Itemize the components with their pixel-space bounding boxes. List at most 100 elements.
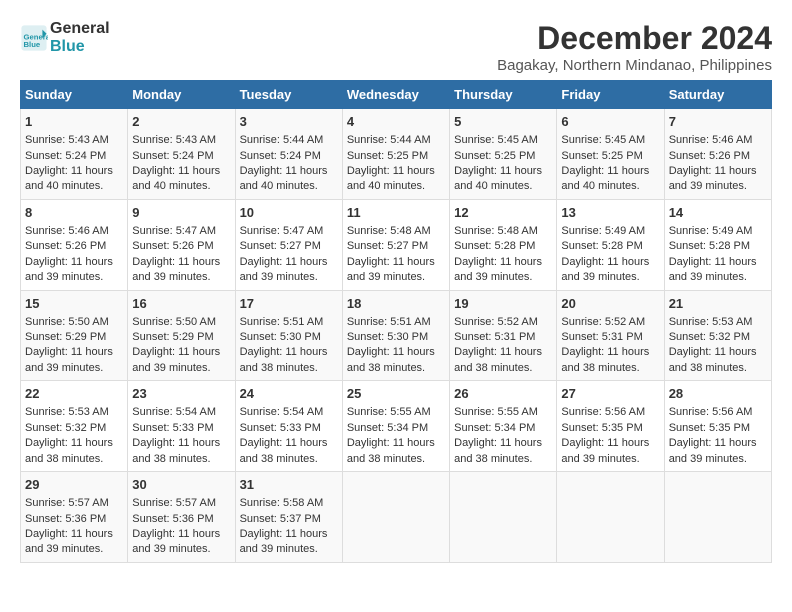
daylight-label: Daylight: 11 hours and 40 minutes. — [561, 165, 649, 192]
weekday-header: Friday — [557, 81, 664, 109]
daylight-label: Daylight: 11 hours and 38 minutes. — [454, 437, 542, 464]
daylight-label: Daylight: 11 hours and 39 minutes. — [132, 256, 220, 283]
subtitle: Bagakay, Northern Mindanao, Philippines — [497, 57, 772, 74]
daylight-label: Daylight: 11 hours and 40 minutes. — [240, 165, 328, 192]
sunrise-label: Sunrise: 5:44 AM — [347, 134, 431, 146]
weekday-header: Wednesday — [342, 81, 449, 109]
day-number: 4 — [347, 113, 445, 131]
sunrise-label: Sunrise: 5:48 AM — [454, 225, 538, 237]
daylight-label: Daylight: 11 hours and 39 minutes. — [25, 528, 113, 555]
day-number: 25 — [347, 385, 445, 403]
sunrise-label: Sunrise: 5:55 AM — [454, 406, 538, 418]
sunrise-label: Sunrise: 5:57 AM — [25, 497, 109, 509]
calendar-cell: 19 Sunrise: 5:52 AM Sunset: 5:31 PM Dayl… — [450, 290, 557, 381]
daylight-label: Daylight: 11 hours and 38 minutes. — [669, 346, 757, 373]
day-number: 23 — [132, 385, 230, 403]
day-number: 7 — [669, 113, 767, 131]
sunset-label: Sunset: 5:31 PM — [454, 331, 535, 343]
sunrise-label: Sunrise: 5:57 AM — [132, 497, 216, 509]
calendar-week-row: 15 Sunrise: 5:50 AM Sunset: 5:29 PM Dayl… — [21, 290, 772, 381]
sunrise-label: Sunrise: 5:45 AM — [454, 134, 538, 146]
calendar-cell: 26 Sunrise: 5:55 AM Sunset: 5:34 PM Dayl… — [450, 381, 557, 472]
sunrise-label: Sunrise: 5:48 AM — [347, 225, 431, 237]
calendar-cell: 5 Sunrise: 5:45 AM Sunset: 5:25 PM Dayli… — [450, 109, 557, 200]
day-number: 15 — [25, 295, 123, 313]
sunset-label: Sunset: 5:28 PM — [454, 240, 535, 252]
daylight-label: Daylight: 11 hours and 39 minutes. — [669, 165, 757, 192]
sunrise-label: Sunrise: 5:49 AM — [561, 225, 645, 237]
logo: General Blue General Blue — [20, 20, 110, 56]
sunrise-label: Sunrise: 5:49 AM — [669, 225, 753, 237]
day-number: 17 — [240, 295, 338, 313]
calendar-cell: 4 Sunrise: 5:44 AM Sunset: 5:25 PM Dayli… — [342, 109, 449, 200]
sunset-label: Sunset: 5:26 PM — [25, 240, 106, 252]
daylight-label: Daylight: 11 hours and 40 minutes. — [132, 165, 220, 192]
weekday-header: Thursday — [450, 81, 557, 109]
page-header: General Blue General Blue December 2024 … — [20, 20, 772, 74]
day-number: 3 — [240, 113, 338, 131]
sunrise-label: Sunrise: 5:54 AM — [240, 406, 324, 418]
sunset-label: Sunset: 5:32 PM — [25, 422, 106, 434]
calendar-cell: 11 Sunrise: 5:48 AM Sunset: 5:27 PM Dayl… — [342, 199, 449, 290]
daylight-label: Daylight: 11 hours and 38 minutes. — [240, 346, 328, 373]
daylight-label: Daylight: 11 hours and 39 minutes. — [561, 256, 649, 283]
calendar-cell: 3 Sunrise: 5:44 AM Sunset: 5:24 PM Dayli… — [235, 109, 342, 200]
calendar-cell: 21 Sunrise: 5:53 AM Sunset: 5:32 PM Dayl… — [664, 290, 771, 381]
day-number: 9 — [132, 204, 230, 222]
sunrise-label: Sunrise: 5:55 AM — [347, 406, 431, 418]
sunset-label: Sunset: 5:36 PM — [132, 513, 213, 525]
calendar-week-row: 1 Sunrise: 5:43 AM Sunset: 5:24 PM Dayli… — [21, 109, 772, 200]
logo-icon: General Blue — [20, 24, 48, 52]
calendar-cell: 28 Sunrise: 5:56 AM Sunset: 5:35 PM Dayl… — [664, 381, 771, 472]
sunset-label: Sunset: 5:24 PM — [240, 150, 321, 162]
calendar-cell — [557, 472, 664, 563]
sunrise-label: Sunrise: 5:52 AM — [454, 316, 538, 328]
daylight-label: Daylight: 11 hours and 39 minutes. — [25, 256, 113, 283]
day-number: 14 — [669, 204, 767, 222]
calendar-cell — [450, 472, 557, 563]
calendar-cell: 13 Sunrise: 5:49 AM Sunset: 5:28 PM Dayl… — [557, 199, 664, 290]
calendar-cell — [342, 472, 449, 563]
sunset-label: Sunset: 5:31 PM — [561, 331, 642, 343]
title-block: December 2024 Bagakay, Northern Mindanao… — [497, 20, 772, 74]
day-number: 18 — [347, 295, 445, 313]
sunrise-label: Sunrise: 5:53 AM — [669, 316, 753, 328]
sunset-label: Sunset: 5:27 PM — [240, 240, 321, 252]
calendar-cell: 18 Sunrise: 5:51 AM Sunset: 5:30 PM Dayl… — [342, 290, 449, 381]
sunset-label: Sunset: 5:28 PM — [669, 240, 750, 252]
sunset-label: Sunset: 5:25 PM — [347, 150, 428, 162]
day-number: 29 — [25, 476, 123, 494]
daylight-label: Daylight: 11 hours and 38 minutes. — [240, 437, 328, 464]
calendar-week-row: 29 Sunrise: 5:57 AM Sunset: 5:36 PM Dayl… — [21, 472, 772, 563]
day-number: 27 — [561, 385, 659, 403]
sunset-label: Sunset: 5:35 PM — [669, 422, 750, 434]
sunset-label: Sunset: 5:25 PM — [454, 150, 535, 162]
calendar-cell — [664, 472, 771, 563]
day-number: 19 — [454, 295, 552, 313]
sunset-label: Sunset: 5:24 PM — [25, 150, 106, 162]
calendar-cell: 2 Sunrise: 5:43 AM Sunset: 5:24 PM Dayli… — [128, 109, 235, 200]
sunrise-label: Sunrise: 5:54 AM — [132, 406, 216, 418]
daylight-label: Daylight: 11 hours and 39 minutes. — [669, 256, 757, 283]
sunrise-label: Sunrise: 5:56 AM — [561, 406, 645, 418]
calendar-week-row: 8 Sunrise: 5:46 AM Sunset: 5:26 PM Dayli… — [21, 199, 772, 290]
daylight-label: Daylight: 11 hours and 39 minutes. — [561, 437, 649, 464]
day-number: 12 — [454, 204, 552, 222]
sunrise-label: Sunrise: 5:47 AM — [132, 225, 216, 237]
day-number: 20 — [561, 295, 659, 313]
sunrise-label: Sunrise: 5:58 AM — [240, 497, 324, 509]
sunset-label: Sunset: 5:27 PM — [347, 240, 428, 252]
daylight-label: Daylight: 11 hours and 39 minutes. — [240, 528, 328, 555]
sunset-label: Sunset: 5:37 PM — [240, 513, 321, 525]
calendar-cell: 25 Sunrise: 5:55 AM Sunset: 5:34 PM Dayl… — [342, 381, 449, 472]
sunrise-label: Sunrise: 5:43 AM — [132, 134, 216, 146]
daylight-label: Daylight: 11 hours and 38 minutes. — [561, 346, 649, 373]
calendar-cell: 31 Sunrise: 5:58 AM Sunset: 5:37 PM Dayl… — [235, 472, 342, 563]
daylight-label: Daylight: 11 hours and 39 minutes. — [347, 256, 435, 283]
sunrise-label: Sunrise: 5:43 AM — [25, 134, 109, 146]
calendar-cell: 29 Sunrise: 5:57 AM Sunset: 5:36 PM Dayl… — [21, 472, 128, 563]
sunset-label: Sunset: 5:33 PM — [132, 422, 213, 434]
daylight-label: Daylight: 11 hours and 39 minutes. — [25, 346, 113, 373]
day-number: 26 — [454, 385, 552, 403]
calendar-cell: 24 Sunrise: 5:54 AM Sunset: 5:33 PM Dayl… — [235, 381, 342, 472]
